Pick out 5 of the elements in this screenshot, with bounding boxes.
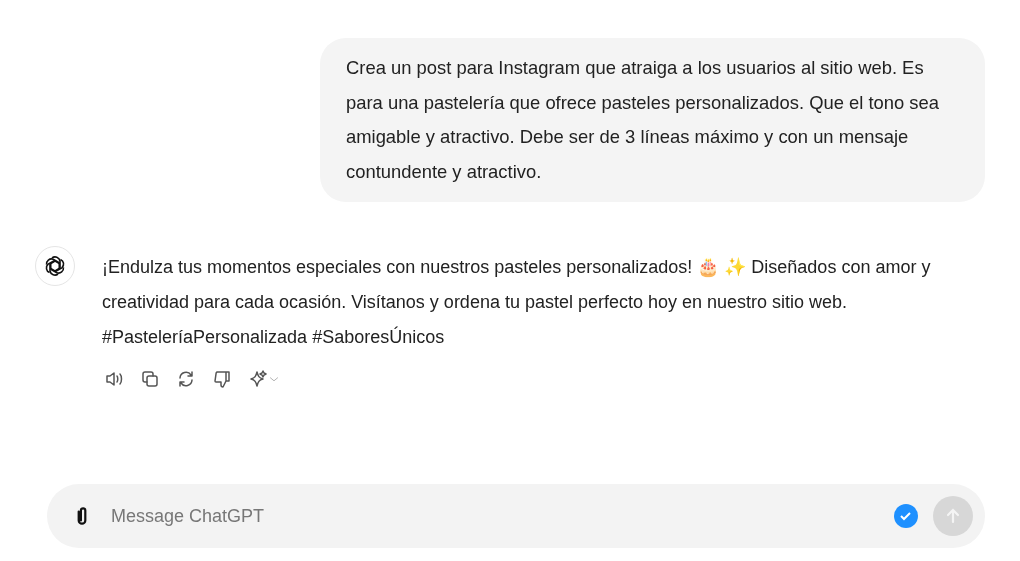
user-message: Crea un post para Instagram que atraiga a los usuarios al sitio web. Es para una pastelería que ofrece pasteles personalizados. Que el tono sea amigable y atractivo. Debe ser de 3 líneas máximo y con un mensaje contundente y atractivo. xyxy=(320,38,985,202)
message-input-field[interactable]: Message ChatGPT xyxy=(109,504,879,528)
check-badge-icon xyxy=(893,503,919,529)
message-composer[interactable]: Message ChatGPT xyxy=(47,484,985,548)
assistant-message: ¡Endulza tus momentos especiales con nuestros pasteles personalizados! 🎂 ✨ Diseñados con amor y creatividad para cada ocasión. Visítanos y ordena tu pastel perfecto hoy en nuestro sitio web. #PasteleríaPersonalizada #SaboresÚnicos xyxy=(102,256,932,349)
